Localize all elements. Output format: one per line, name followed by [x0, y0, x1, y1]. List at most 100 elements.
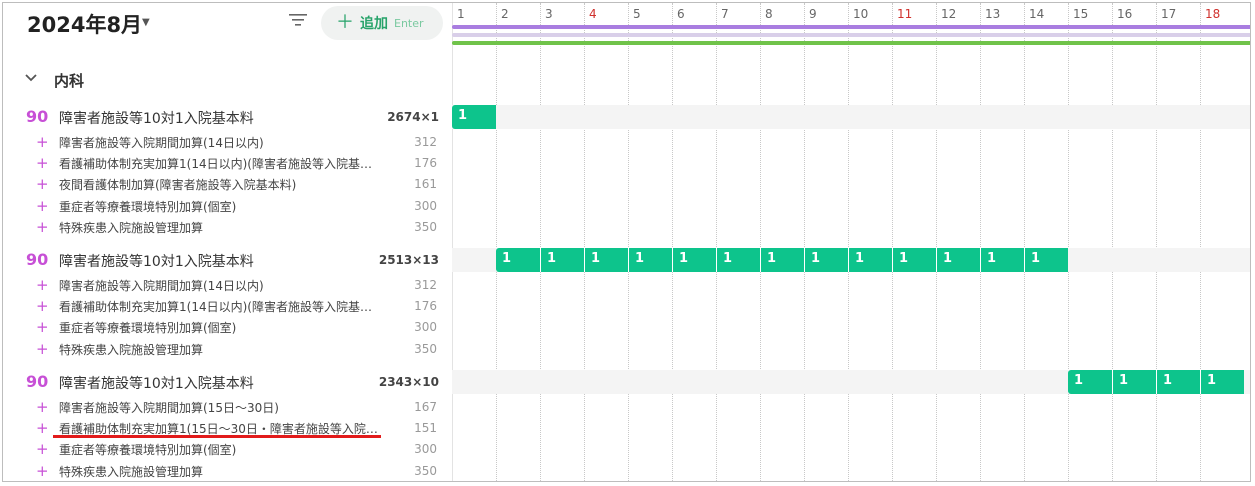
plus-icon[interactable]: +: [36, 397, 49, 417]
sub-item-row[interactable]: + 重症者等療養環境特別加算(個室) 300: [3, 196, 452, 217]
day-count-cell[interactable]: 1: [848, 248, 892, 272]
sub-item-row[interactable]: + 障害者施設等入院期間加算(15日～30日) 167: [3, 397, 452, 418]
main-item-row[interactable]: 90 障害者施設等10対1入院基本料 2674×1: [3, 105, 452, 129]
day-number: 1: [457, 7, 465, 21]
day-count-cell[interactable]: 1: [1112, 370, 1156, 394]
sub-item-name: 重症者等療養環境特別加算(個室): [59, 321, 237, 336]
plus-icon[interactable]: +: [36, 418, 49, 438]
add-button-label: 追加: [360, 16, 388, 32]
day-number: 3: [545, 7, 553, 21]
plus-icon[interactable]: +: [36, 217, 49, 237]
day-count-cell[interactable]: 1: [672, 248, 716, 272]
day-column: 12: [936, 3, 980, 481]
day-count-cell[interactable]: 1: [1024, 248, 1068, 272]
plus-icon[interactable]: +: [36, 317, 49, 337]
sub-item-points: 300: [414, 442, 437, 457]
sub-item-row[interactable]: + 特殊疾患入院施設管理加算 350: [3, 339, 452, 360]
caret-down-icon[interactable]: ▼: [142, 17, 150, 28]
day-column: 10: [848, 3, 892, 481]
sub-item-row[interactable]: + 特殊疾患入院施設管理加算 350: [3, 461, 452, 481]
day-number: 6: [677, 7, 685, 21]
sub-item-row[interactable]: + 夜間看護体制加算(障害者施設等入院基本料) 161: [3, 174, 452, 195]
sub-item-row[interactable]: + 看護補助体制充実加算1(14日以内)(障害者施設等入院基本料) 176: [3, 296, 452, 317]
day-count-cell[interactable]: 1: [584, 248, 628, 272]
day-column: 16: [1112, 3, 1156, 481]
day-count-cell[interactable]: 1: [1200, 370, 1244, 394]
month-selector[interactable]: 2024年8月: [27, 9, 142, 39]
sub-item-name: 夜間看護体制加算(障害者施設等入院基本料): [59, 178, 297, 193]
main-item-row[interactable]: 90 障害者施設等10対1入院基本料 2343×10: [3, 370, 452, 394]
day-count: 1: [855, 251, 865, 266]
main-item-row[interactable]: 90 障害者施設等10対1入院基本料 2513×13: [3, 248, 452, 272]
day-column: 5: [628, 3, 672, 481]
day-column: 9: [804, 3, 848, 481]
day-count-cell[interactable]: 1: [496, 248, 540, 272]
day-count-cell[interactable]: 1: [452, 105, 496, 129]
day-count-cell[interactable]: 1: [760, 248, 804, 272]
section-title: 内科: [54, 72, 85, 90]
sub-item-row[interactable]: + 特殊疾患入院施設管理加算 350: [3, 217, 452, 238]
sub-item-points: 300: [414, 320, 437, 335]
filter-icon[interactable]: [289, 13, 307, 27]
sub-item-points: 312: [414, 135, 437, 149]
sub-item-points: 167: [414, 400, 437, 414]
day-number: 12: [941, 7, 957, 21]
sub-item-row[interactable]: + 障害者施設等入院期間加算(14日以内) 312: [3, 275, 452, 296]
sub-item-name: 障害者施設等入院期間加算(14日以内): [59, 279, 264, 293]
sub-item-row[interactable]: + 看護補助体制充実加算1(14日以内)(障害者施設等入院基本料) 176: [3, 153, 452, 174]
day-count: 1: [502, 251, 512, 266]
day-count: 1: [943, 251, 953, 266]
day-column: 3: [540, 3, 584, 481]
day-count: 1: [811, 251, 821, 266]
plus-icon[interactable]: +: [36, 339, 49, 359]
plus-icon[interactable]: +: [36, 174, 49, 194]
item-list-panel: 2024年8月 ▼ ＋ 追加 Enter 内科 90 障害者施設等10対1入院基本…: [3, 3, 452, 481]
day-count: 1: [899, 251, 909, 266]
item-code: 90: [26, 250, 49, 269]
sub-item-name: 重症者等療養環境特別加算(個室): [59, 199, 237, 214]
day-count-cell[interactable]: 1: [1156, 370, 1200, 394]
day-count-cell[interactable]: 1: [1068, 370, 1112, 394]
plus-icon[interactable]: +: [36, 461, 49, 481]
item-points: 2513×13: [378, 253, 439, 267]
day-count-cell[interactable]: 1: [804, 248, 848, 272]
item-code: 90: [26, 372, 49, 391]
chevron-down-icon[interactable]: [25, 73, 37, 83]
day-column: 17: [1156, 3, 1200, 481]
day-number: 7: [721, 7, 729, 21]
day-number: 4: [589, 7, 597, 21]
add-button[interactable]: ＋ 追加 Enter: [321, 6, 443, 40]
plus-icon[interactable]: +: [36, 439, 49, 459]
plus-icon[interactable]: +: [36, 296, 49, 316]
day-column: 7: [716, 3, 760, 481]
red-underline-annotation: [53, 435, 381, 438]
day-column: 15: [1068, 3, 1112, 481]
day-number: 11: [897, 7, 913, 21]
day-count-cell[interactable]: 1: [980, 248, 1024, 272]
sub-item-row[interactable]: + 障害者施設等入院期間加算(14日以内) 312: [3, 132, 452, 153]
day-count: 1: [458, 108, 468, 123]
plus-icon[interactable]: +: [36, 196, 49, 216]
day-count-cell[interactable]: 1: [936, 248, 980, 272]
day-count-cell[interactable]: 1: [716, 248, 760, 272]
day-column: 1: [452, 3, 496, 481]
sub-item-name: 障害者施設等入院期間加算(15日～30日): [59, 401, 279, 415]
day-count: 1: [547, 251, 557, 266]
day-count-cell[interactable]: 1: [540, 248, 584, 272]
day-count-cell[interactable]: 1: [892, 248, 936, 272]
timeline-green-bar: [452, 41, 1250, 45]
add-shortcut-hint: Enter: [394, 16, 424, 30]
day-number: 13: [985, 7, 1001, 21]
day-count: 1: [1074, 373, 1084, 388]
sub-item-name: 障害者施設等入院期間加算(14日以内): [59, 136, 264, 150]
plus-icon[interactable]: +: [36, 132, 49, 152]
day-column: 13: [980, 3, 1024, 481]
plus-icon[interactable]: +: [36, 153, 49, 173]
sub-item-row[interactable]: + 重症者等療養環境特別加算(個室) 300: [3, 317, 452, 338]
sub-item-row[interactable]: + 重症者等療養環境特別加算(個室) 300: [3, 439, 452, 460]
day-column: 8: [760, 3, 804, 481]
timeline-lavender-bar: [452, 33, 1250, 37]
sub-item-name: 看護補助体制充実加算1(14日以内)(障害者施設等入院基本料): [59, 157, 379, 172]
plus-icon[interactable]: +: [36, 275, 49, 295]
day-count-cell[interactable]: 1: [628, 248, 672, 272]
